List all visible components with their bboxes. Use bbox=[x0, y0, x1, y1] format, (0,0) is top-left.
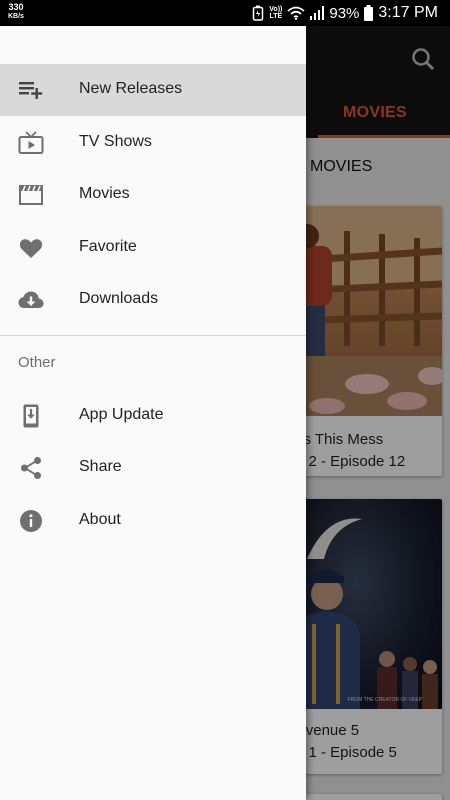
network-speed-unit: KB/s bbox=[8, 13, 24, 20]
status-bar: 330 KB/s Vo)) LTE 93% 3:17 PM bbox=[0, 0, 450, 26]
heart-icon bbox=[19, 239, 43, 258]
nav-item-tv-shows[interactable]: TV Shows bbox=[0, 117, 306, 169]
nav-label: Favorite bbox=[79, 238, 137, 255]
wifi-icon bbox=[287, 6, 305, 20]
signal-icon bbox=[310, 6, 325, 20]
nav-item-share[interactable]: Share bbox=[0, 442, 306, 494]
battery-percent: 93% bbox=[329, 4, 360, 22]
nav-label: Movies bbox=[79, 185, 130, 202]
playlist-add-icon bbox=[19, 82, 43, 99]
nav-label: New Releases bbox=[79, 80, 183, 97]
volte-bottom: LTE bbox=[269, 13, 283, 20]
share-icon bbox=[21, 457, 41, 479]
volte-top: Vo)) bbox=[269, 6, 283, 13]
info-icon bbox=[20, 510, 42, 532]
nav-item-app-update[interactable]: App Update bbox=[0, 390, 306, 442]
battery-icon bbox=[364, 5, 374, 21]
phone-download-icon bbox=[23, 404, 39, 428]
nav-item-favorite[interactable]: Favorite bbox=[0, 222, 306, 274]
nav-item-new-releases[interactable]: New Releases bbox=[0, 64, 306, 116]
tv-icon bbox=[18, 131, 44, 154]
nav-item-downloads[interactable]: Downloads bbox=[0, 274, 306, 326]
nav-item-movies[interactable]: Movies bbox=[0, 169, 306, 221]
network-speed-value: 330 bbox=[8, 2, 24, 12]
clock: 3:17 PM bbox=[378, 4, 438, 21]
nav-item-about[interactable]: About bbox=[0, 495, 306, 547]
nav-label: Share bbox=[79, 458, 122, 475]
nav-label: Downloads bbox=[79, 290, 159, 307]
drawer-section-header: Other bbox=[18, 354, 56, 371]
clapperboard-icon bbox=[19, 185, 43, 205]
cloud-download-icon bbox=[18, 291, 44, 308]
nav-label: About bbox=[79, 511, 121, 528]
volte-indicator: Vo)) LTE bbox=[269, 6, 282, 20]
battery-saver-icon bbox=[253, 5, 264, 21]
nav-label: App Update bbox=[79, 406, 164, 423]
navigation-drawer: New Releases TV Shows Movies Favorite Do… bbox=[0, 26, 306, 800]
drawer-divider bbox=[0, 335, 306, 336]
nav-label: TV Shows bbox=[79, 133, 152, 150]
network-speed: 330 KB/s bbox=[8, 3, 24, 21]
status-icons: Vo)) LTE 93% 3:17 PM bbox=[252, 0, 438, 26]
